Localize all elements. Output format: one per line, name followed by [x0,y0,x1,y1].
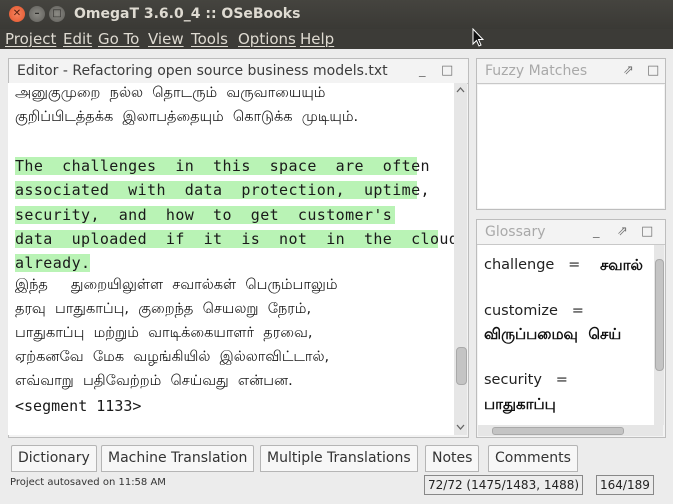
editor-vertical-scrollbar[interactable] [454,83,467,435]
active-source-line: data uploaded if it is not in the cloud [15,230,454,248]
target-line[interactable]: பாதுகாப்பு மற்றும் வாடிக்கையாளர் தரவை, [15,325,312,343]
scroll-up-icon[interactable] [454,85,467,95]
glossary-vertical-scrollbar[interactable] [654,245,664,425]
window-minimize-button[interactable]: – [29,6,45,22]
fuzzy-matches-pane: Fuzzy Matches ⇗ □ [476,58,666,210]
menu-help[interactable]: Help [300,29,334,49]
editor-minimize-icon[interactable]: _ [419,63,426,79]
tab-dictionary[interactable]: Dictionary [11,445,97,472]
tab-multiple-translations[interactable]: Multiple Translations [260,445,418,472]
glossary-translation: விருப்பமைவு செய் [484,325,622,343]
segment-marker: <segment 1133> [15,397,142,415]
fuzzy-undock-icon[interactable]: ⇗ [623,63,634,79]
window-title-bar: ✕ – □ OmegaT 3.6.0_4 :: OSeBooks [0,0,673,29]
glossary-title-text: Glossary [485,224,546,240]
editor-title: Editor - Refactoring open source busines… [9,59,468,84]
active-source-line: security, and how to get customer's [15,206,395,224]
editor-title-text: Editor - Refactoring open source busines… [17,63,388,79]
window-title: OmegaT 3.6.0_4 :: OSeBooks [74,6,301,22]
menu-goto[interactable]: Go To [98,29,139,49]
glossary-title: Glossary [477,220,665,245]
progress-status: 72/72 (1475/1483, 1488) [424,475,584,495]
tab-notes[interactable]: Notes [425,445,480,472]
glossary-term: challenge = [484,257,581,273]
target-line[interactable]: ஏற்கனவே மேக வழங்கியில் இல்லாவிட்டால், [15,349,329,367]
active-source-line: The challenges in this space are often [15,157,430,175]
mouse-cursor-icon [472,28,484,47]
fuzzy-matches-title: Fuzzy Matches [477,59,665,84]
glossary-horizontal-scrollbar[interactable] [478,425,663,436]
active-source-line: associated with data protection, uptime, [15,181,430,199]
fuzzy-matches-title-text: Fuzzy Matches [485,63,588,79]
target-line[interactable]: தரவு பாதுகாப்பு, குறைந்த செயலறு நேரம், [15,301,311,319]
menu-edit[interactable]: Edit [63,29,92,49]
tab-comments[interactable]: Comments [488,445,578,472]
menu-project[interactable]: Project [5,29,56,49]
menu-tools[interactable]: Tools [191,29,228,49]
segment-count-status: 164/189 [596,475,654,495]
glossary-scroll-thumb[interactable] [655,259,664,371]
editor-maximize-icon[interactable]: □ [441,63,453,79]
menu-options[interactable]: Options [238,29,296,49]
window-close-button[interactable]: ✕ [9,6,25,22]
glossary-content[interactable]: challenge = சவால் customize = விருப்பமைவ… [478,245,654,425]
autosave-status: Project autosaved on 11:58 AM [10,477,166,488]
editor-text-area[interactable]: அனுகுமுறை நல்ல தொடரும் வருவாயையும் குறிப… [8,83,454,435]
glossary-undock-icon[interactable]: ⇗ [617,224,628,240]
editor-scroll-thumb[interactable] [456,347,467,385]
glossary-minimize-icon[interactable]: _ [593,224,600,240]
glossary-translation: சவால் [600,256,643,274]
menu-view[interactable]: View [148,29,184,49]
glossary-translation: பாதுகாப்பு [484,395,556,413]
prev-target-line: குறிப்பிடத்தக்க இலாபத்தையும் கொடுக்க முட… [15,109,359,125]
target-line[interactable]: இந்த துறையிலுள்ள சவால்கள் பெரும்பாலும் [15,277,338,295]
glossary-maximize-icon[interactable]: □ [641,224,653,240]
scroll-down-icon[interactable] [454,422,467,432]
active-source-line: already. [15,254,91,272]
fuzzy-matches-content[interactable] [478,85,664,208]
menu-bar: Project Edit Go To View Tools Options He… [0,29,673,49]
window-maximize-button[interactable]: □ [49,6,65,22]
prev-target-line: அனுகுமுறை நல்ல தொடரும் வருவாயையும் [15,85,326,101]
glossary-term: customize = [484,303,584,319]
target-line[interactable]: எவ்வாறு பதிவேற்றம் செய்வது என்பன. [15,373,293,391]
tab-machine-translation[interactable]: Machine Translation [101,445,255,472]
glossary-term: security = [484,372,568,388]
glossary-hscroll-thumb[interactable] [492,427,624,435]
fuzzy-maximize-icon[interactable]: □ [647,63,659,79]
